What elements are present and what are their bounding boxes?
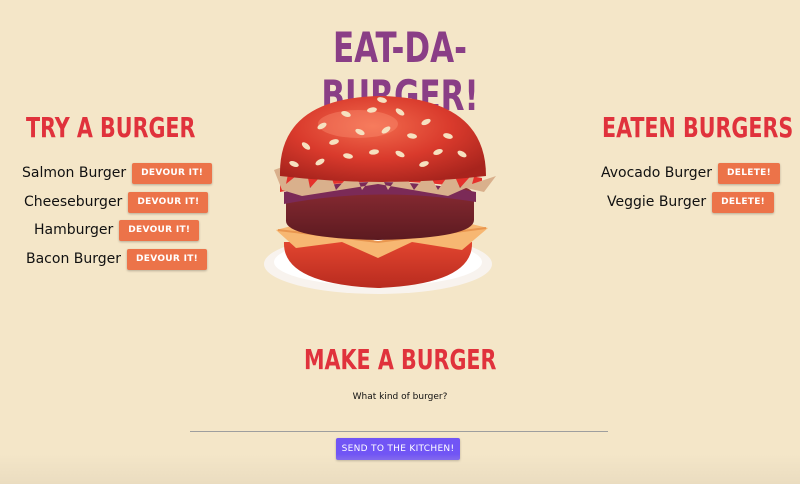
burger-name-input[interactable]	[190, 410, 608, 432]
list-item: Salmon Burger DEVOUR IT!	[22, 162, 213, 184]
burger-name: Avocado Burger	[601, 165, 713, 181]
burger-name: Salmon Burger	[22, 165, 127, 181]
list-item: Hamburger DEVOUR IT!	[34, 219, 200, 241]
burger-name: Cheeseburger	[24, 194, 123, 210]
eaten-burgers-heading: EATEN BURGERS	[602, 111, 794, 144]
make-burger-heading: MAKE A BURGER	[304, 343, 497, 376]
try-burger-heading: TRY A BURGER	[26, 111, 196, 144]
list-item: Cheeseburger DEVOUR IT!	[24, 191, 209, 213]
devour-button[interactable]: DEVOUR IT!	[132, 162, 213, 184]
list-item: Bacon Burger DEVOUR IT!	[26, 248, 208, 270]
list-item: Veggie Burger DELETE!	[607, 191, 775, 213]
delete-button[interactable]: DELETE!	[712, 191, 775, 213]
send-to-kitchen-button[interactable]: SEND TO THE KITCHEN!	[336, 438, 460, 460]
burger-name: Veggie Burger	[607, 194, 707, 210]
burger-prompt-label: What kind of burger?	[352, 392, 448, 402]
delete-button[interactable]: DELETE!	[718, 162, 781, 184]
devour-button[interactable]: DEVOUR IT!	[119, 219, 200, 241]
list-item: Avocado Burger DELETE!	[601, 162, 781, 184]
devour-button[interactable]: DEVOUR IT!	[127, 248, 208, 270]
burger-illustration	[264, 96, 496, 294]
devour-button[interactable]: DEVOUR IT!	[128, 191, 209, 213]
burger-name: Bacon Burger	[26, 251, 122, 267]
burger-name: Hamburger	[34, 222, 114, 238]
